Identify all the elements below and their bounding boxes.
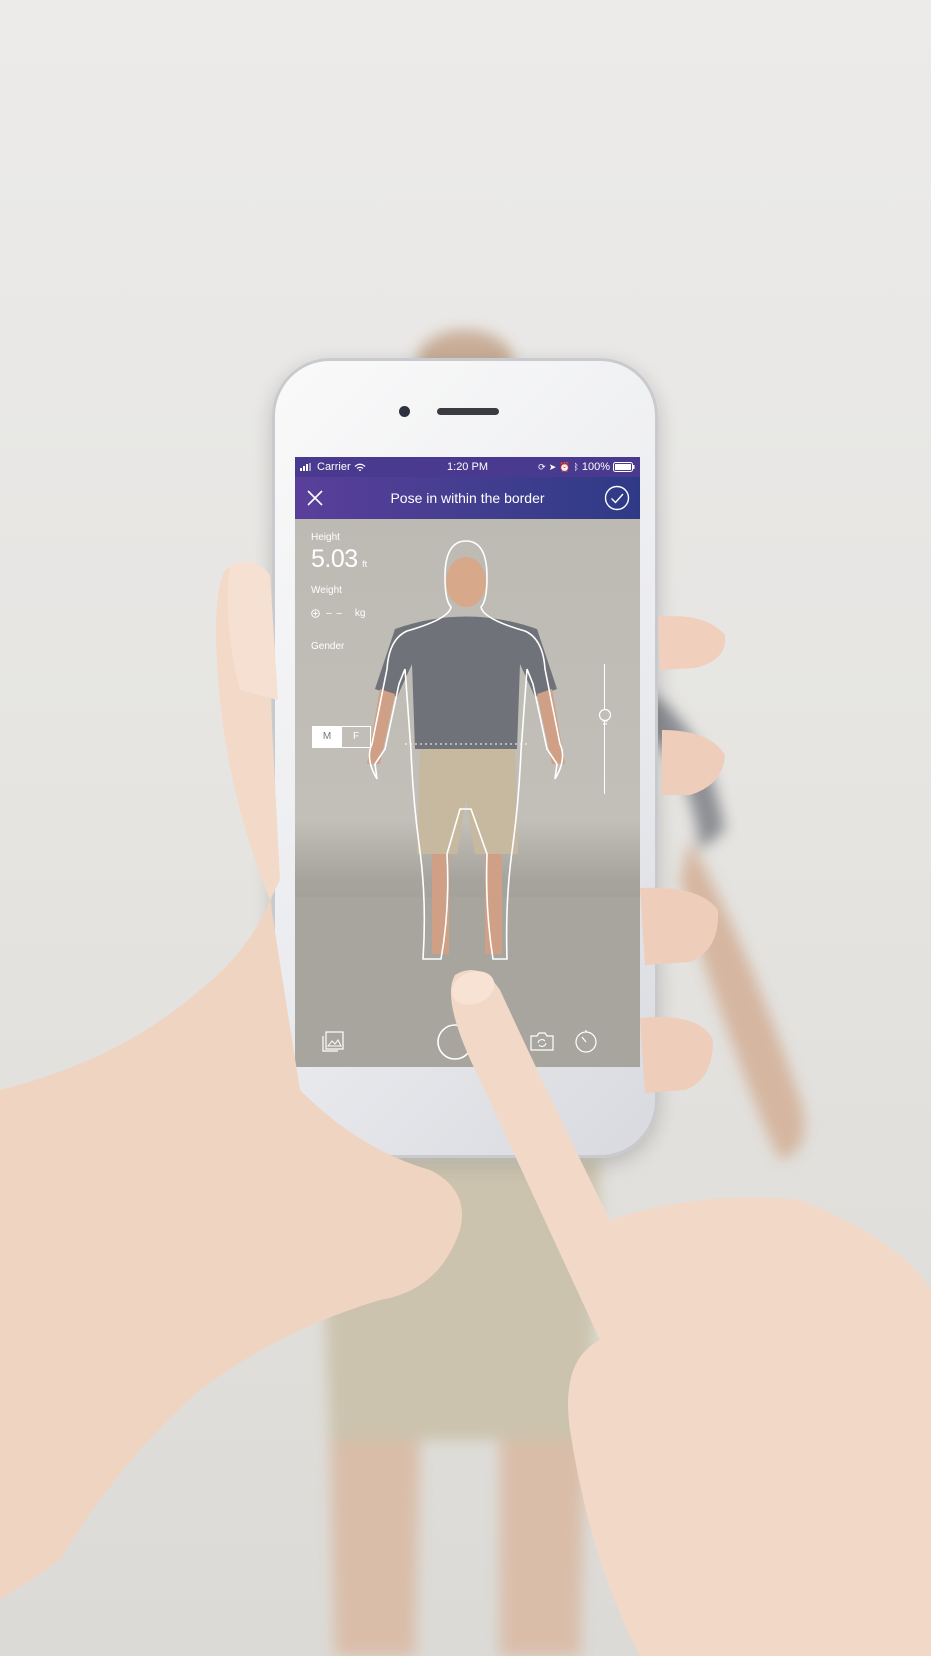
- hands-holding-phone: [0, 561, 931, 1656]
